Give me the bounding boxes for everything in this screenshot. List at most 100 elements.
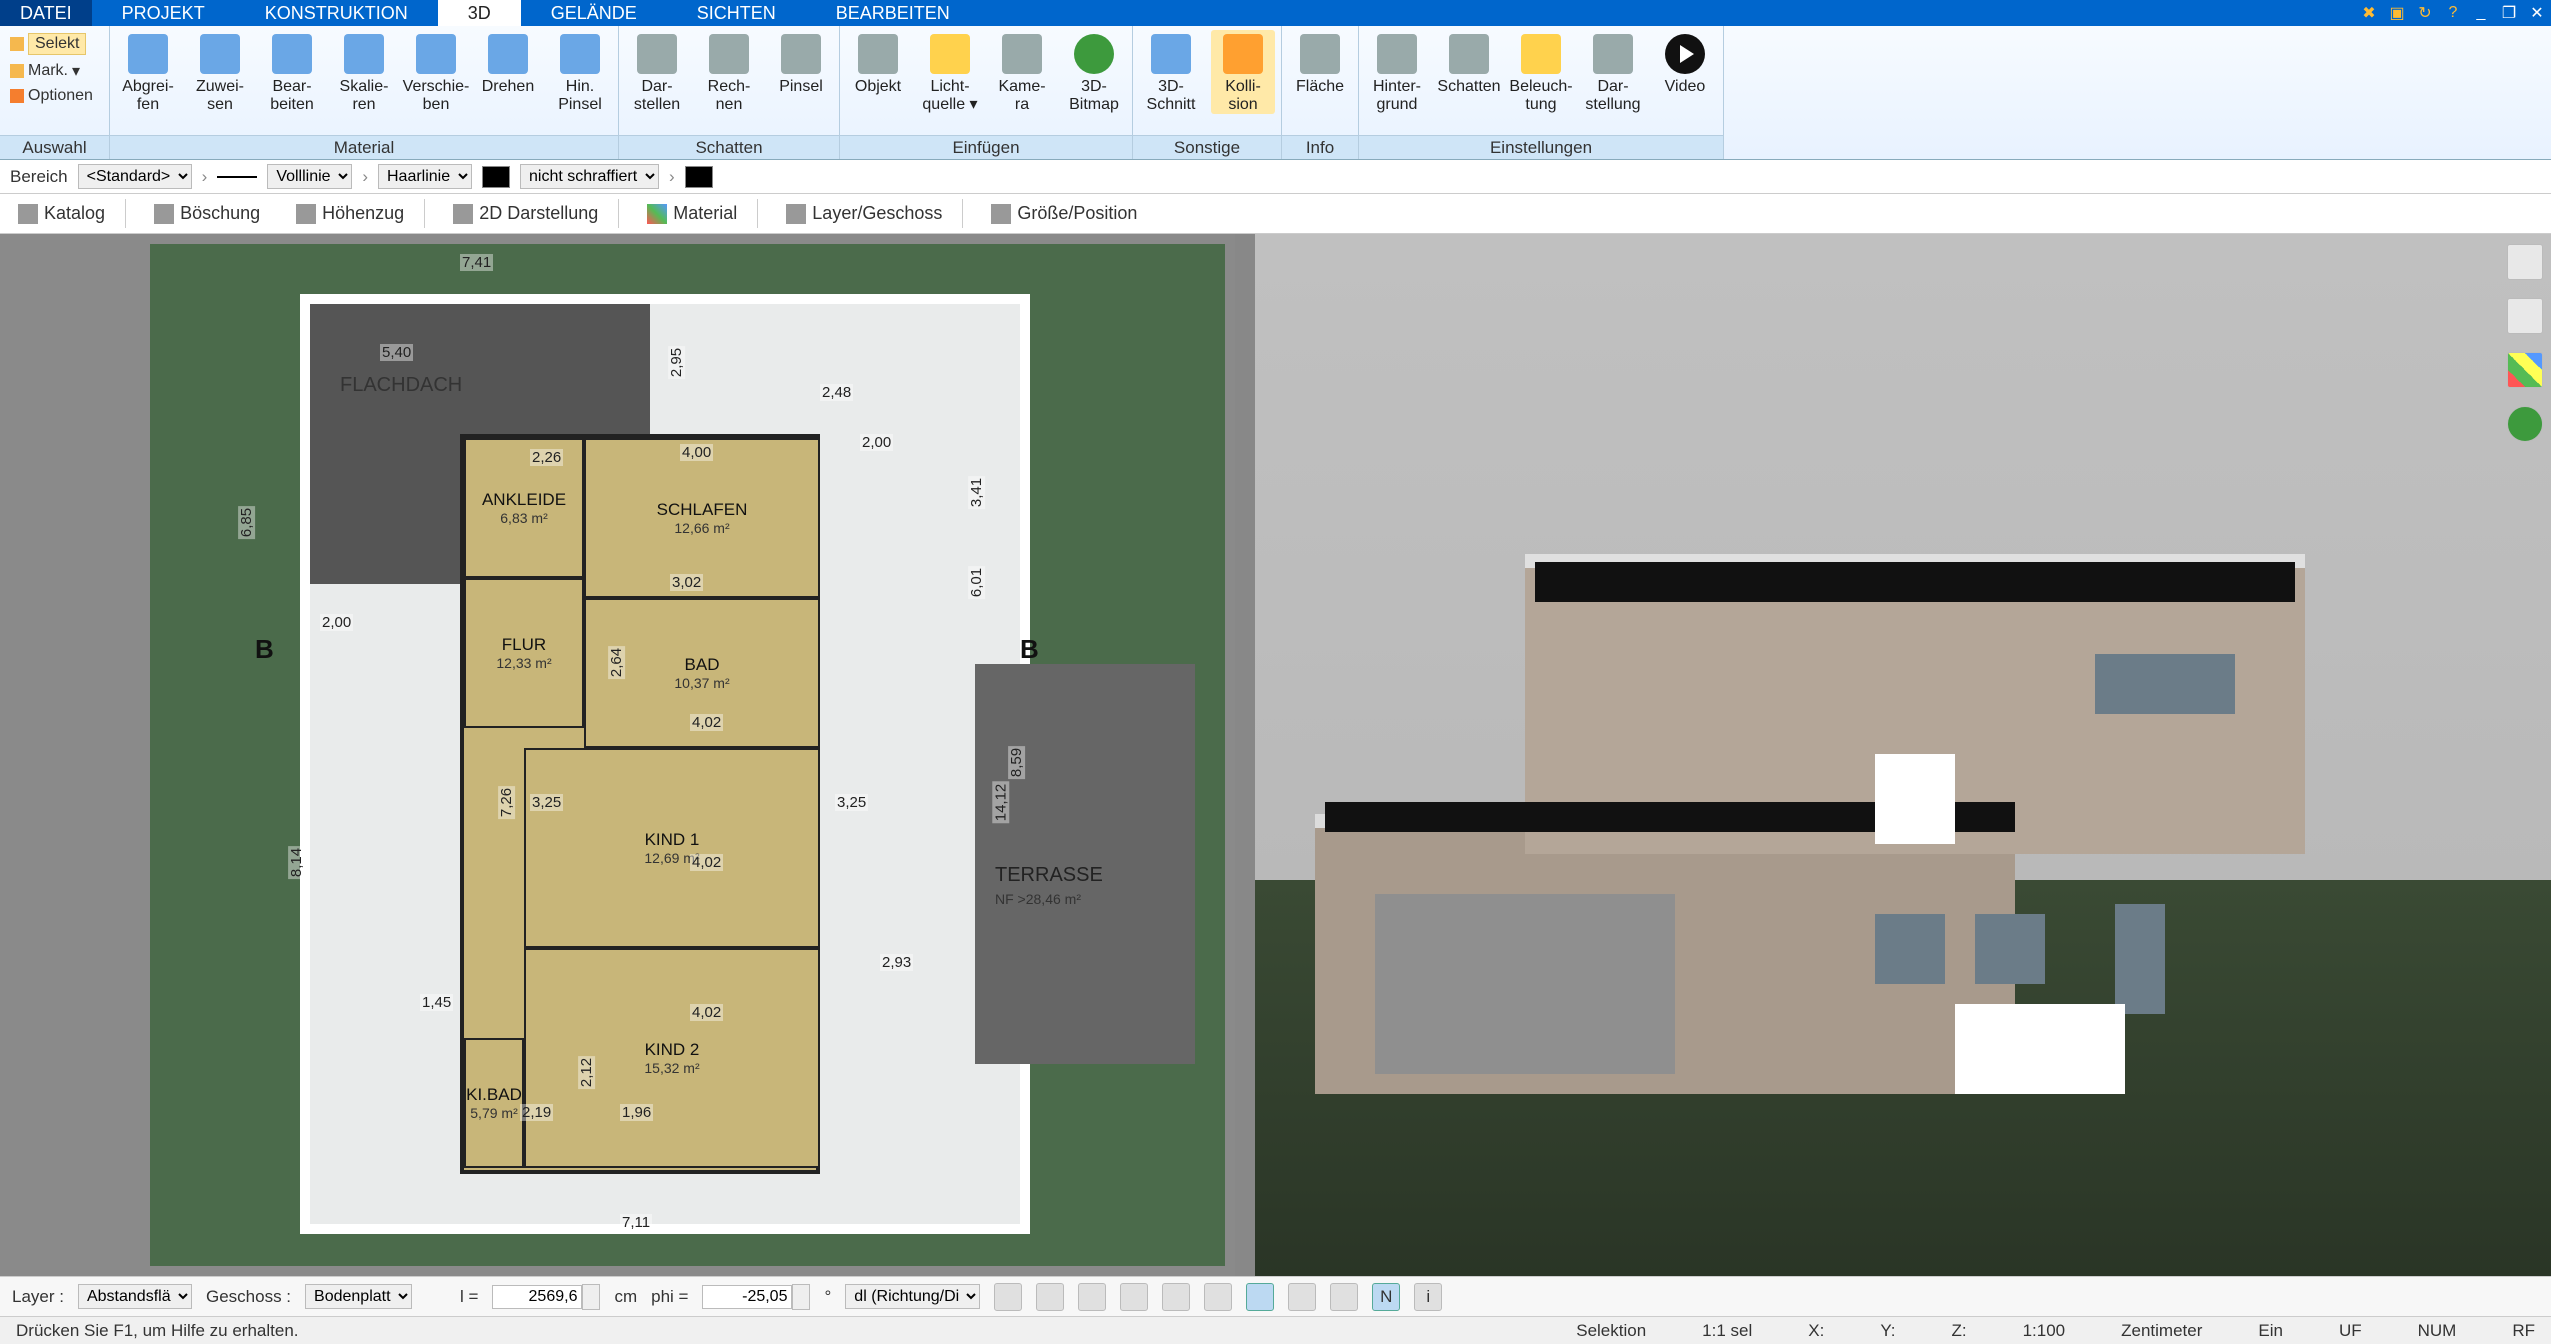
ribbon-group-schatten: Dar- stellen Rech- nen Pinsel Schatten	[619, 26, 840, 159]
l-unit: cm	[614, 1287, 637, 1307]
phi-spinner[interactable]	[792, 1284, 810, 1310]
bottom-icon-2[interactable]	[1036, 1283, 1064, 1311]
tab-katalog[interactable]: Katalog	[10, 199, 126, 228]
ribbon-pinsel[interactable]: Pinsel	[769, 30, 833, 96]
bottom-icon-grid[interactable]	[1330, 1283, 1358, 1311]
side-layers-icon[interactable]	[2507, 244, 2543, 280]
tab-material[interactable]: Material	[639, 199, 758, 228]
menu-bearbeiten[interactable]: BEARBEITEN	[806, 0, 980, 26]
mark-button[interactable]: Mark.	[28, 62, 68, 80]
tab-layer-geschoss[interactable]: Layer/Geschoss	[778, 199, 963, 228]
tab-boeschung[interactable]: Böschung	[146, 199, 268, 228]
kind2-area: 15,32 m²	[644, 1060, 699, 1076]
ribbon-beleuchtung[interactable]: Beleuch- tung	[1509, 30, 1573, 114]
ribbon-flaeche[interactable]: Fläche	[1288, 30, 1352, 96]
collision-icon	[1223, 34, 1263, 74]
phi-input[interactable]	[702, 1285, 792, 1309]
menu-sichten[interactable]: SICHTEN	[667, 0, 806, 26]
l-spinner[interactable]	[582, 1284, 600, 1310]
dim-145: 1,45	[420, 994, 453, 1011]
ribbon-3d-schnitt[interactable]: 3D- Schnitt	[1139, 30, 1203, 114]
bereich-select[interactable]: <Standard>	[78, 164, 192, 189]
toolbar-icon-1[interactable]: ✖	[2355, 0, 2383, 26]
select-button[interactable]: Selekt	[28, 33, 86, 55]
phi-label: phi =	[651, 1287, 688, 1307]
haarlinie-select[interactable]: Haarlinie	[378, 164, 472, 189]
ribbon-hintergrund[interactable]: Hinter- grund	[1365, 30, 1429, 114]
tab-groesse-position[interactable]: Größe/Position	[983, 199, 1145, 228]
viewport-2d[interactable]: FLACHDACH TERRASSENF >28,46 m² ANKLEIDE6…	[0, 234, 1235, 1276]
rotate-icon	[488, 34, 528, 74]
geschoss-select[interactable]: Bodenplatt	[305, 1284, 412, 1309]
ribbon-verschieben[interactable]: Verschie- ben	[404, 30, 468, 114]
bottom-icon-clock[interactable]	[994, 1283, 1022, 1311]
bottom-icon-5[interactable]	[1162, 1283, 1190, 1311]
ribbon-lichtquelle[interactable]: Licht- quelle ▾	[918, 30, 982, 114]
terrasse-area: NF >28,46 m²	[995, 891, 1081, 907]
window-restore[interactable]: ❐	[2495, 0, 2523, 26]
ribbon-title-sonstige: Sonstige	[1133, 135, 1281, 159]
side-furniture-icon[interactable]	[2507, 298, 2543, 334]
dim-402c: 4,02	[690, 1004, 723, 1021]
window-minimize[interactable]: _	[2467, 0, 2495, 26]
tab-hoehenzug[interactable]: Höhenzug	[288, 199, 425, 228]
toolbar-icon-3[interactable]: ↻	[2411, 0, 2439, 26]
menu-projekt[interactable]: PROJEKT	[92, 0, 235, 26]
ribbon-drehen[interactable]: Drehen	[476, 30, 540, 96]
ribbon-bearbeiten[interactable]: Bear- beiten	[260, 30, 324, 114]
window-close[interactable]: ✕	[2523, 0, 2551, 26]
room-kind2: KIND 2	[645, 1040, 700, 1060]
side-materials-icon[interactable]	[2507, 352, 2543, 388]
dim-248: 2,48	[820, 384, 853, 401]
menu-3d[interactable]: 3D	[438, 0, 521, 26]
ribbon-skalieren[interactable]: Skalie- ren	[332, 30, 396, 114]
area-icon	[1300, 34, 1340, 74]
menu-datei[interactable]: DATEI	[0, 0, 92, 26]
dim-226: 2,26	[530, 449, 563, 466]
hatch-select[interactable]: nicht schraffiert	[520, 164, 659, 189]
bottom-icon-8[interactable]	[1288, 1283, 1316, 1311]
ribbon-objekt[interactable]: Objekt	[846, 30, 910, 96]
ribbon-hin-pinsel[interactable]: Hin. Pinsel	[548, 30, 612, 114]
ribbon-darstellen[interactable]: Dar- stellen	[625, 30, 689, 114]
cursor-icon	[10, 37, 24, 51]
bottom-icon-4[interactable]	[1120, 1283, 1148, 1311]
bottom-icon-3[interactable]	[1078, 1283, 1106, 1311]
color-swatch-2[interactable]	[685, 166, 713, 188]
toolbar-icon-2[interactable]: ▣	[2383, 0, 2411, 26]
dim-302: 3,02	[670, 574, 703, 591]
ribbon-3d-bitmap[interactable]: 3D- Bitmap	[1062, 30, 1126, 114]
bottom-icon-info[interactable]: i	[1414, 1283, 1442, 1311]
arrow-icon: ›	[202, 167, 208, 187]
dim-540: 5,40	[380, 344, 413, 361]
tab-2d-darstellung[interactable]: 2D Darstellung	[445, 199, 619, 228]
menu-gelaende[interactable]: GELÄNDE	[521, 0, 667, 26]
dl-select[interactable]: dl (Richtung/Di	[845, 1284, 980, 1309]
ribbon-title-schatten: Schatten	[619, 135, 839, 159]
layer-select[interactable]: Abstandsflä	[78, 1284, 192, 1309]
ribbon-title-material: Material	[110, 135, 618, 159]
ribbon-rechnen[interactable]: Rech- nen	[697, 30, 761, 114]
geschoss-label: Geschoss :	[206, 1287, 291, 1307]
ribbon-abgreifen[interactable]: Abgrei- fen	[116, 30, 180, 114]
color-swatch-1[interactable]	[482, 166, 510, 188]
ribbon-darstellung[interactable]: Dar- stellung	[1581, 30, 1645, 114]
shadow-icon	[1449, 34, 1489, 74]
help-icon[interactable]: ?	[2439, 0, 2467, 26]
bottom-icon-n[interactable]: N	[1372, 1283, 1400, 1311]
menu-konstruktion[interactable]: KONSTRUKTION	[235, 0, 438, 26]
l-input[interactable]	[492, 1285, 582, 1309]
ribbon-kollision[interactable]: Kolli- sion	[1211, 30, 1275, 114]
linestyle-select[interactable]: Volllinie	[267, 164, 352, 189]
bottom-icon-7[interactable]	[1246, 1283, 1274, 1311]
ankleide-area: 6,83 m²	[500, 510, 547, 526]
side-tree-icon[interactable]	[2507, 406, 2543, 442]
options-button[interactable]: Optionen	[28, 87, 93, 105]
ribbon-video[interactable]: Video	[1653, 30, 1717, 96]
ribbon-kamera[interactable]: Kame- ra	[990, 30, 1054, 114]
viewport-3d[interactable]	[1255, 234, 2551, 1276]
bottom-icon-6[interactable]	[1204, 1283, 1232, 1311]
ribbon-schatten[interactable]: Schatten	[1437, 30, 1501, 96]
eyedropper-icon	[128, 34, 168, 74]
ribbon-zuweisen[interactable]: Zuwei- sen	[188, 30, 252, 114]
